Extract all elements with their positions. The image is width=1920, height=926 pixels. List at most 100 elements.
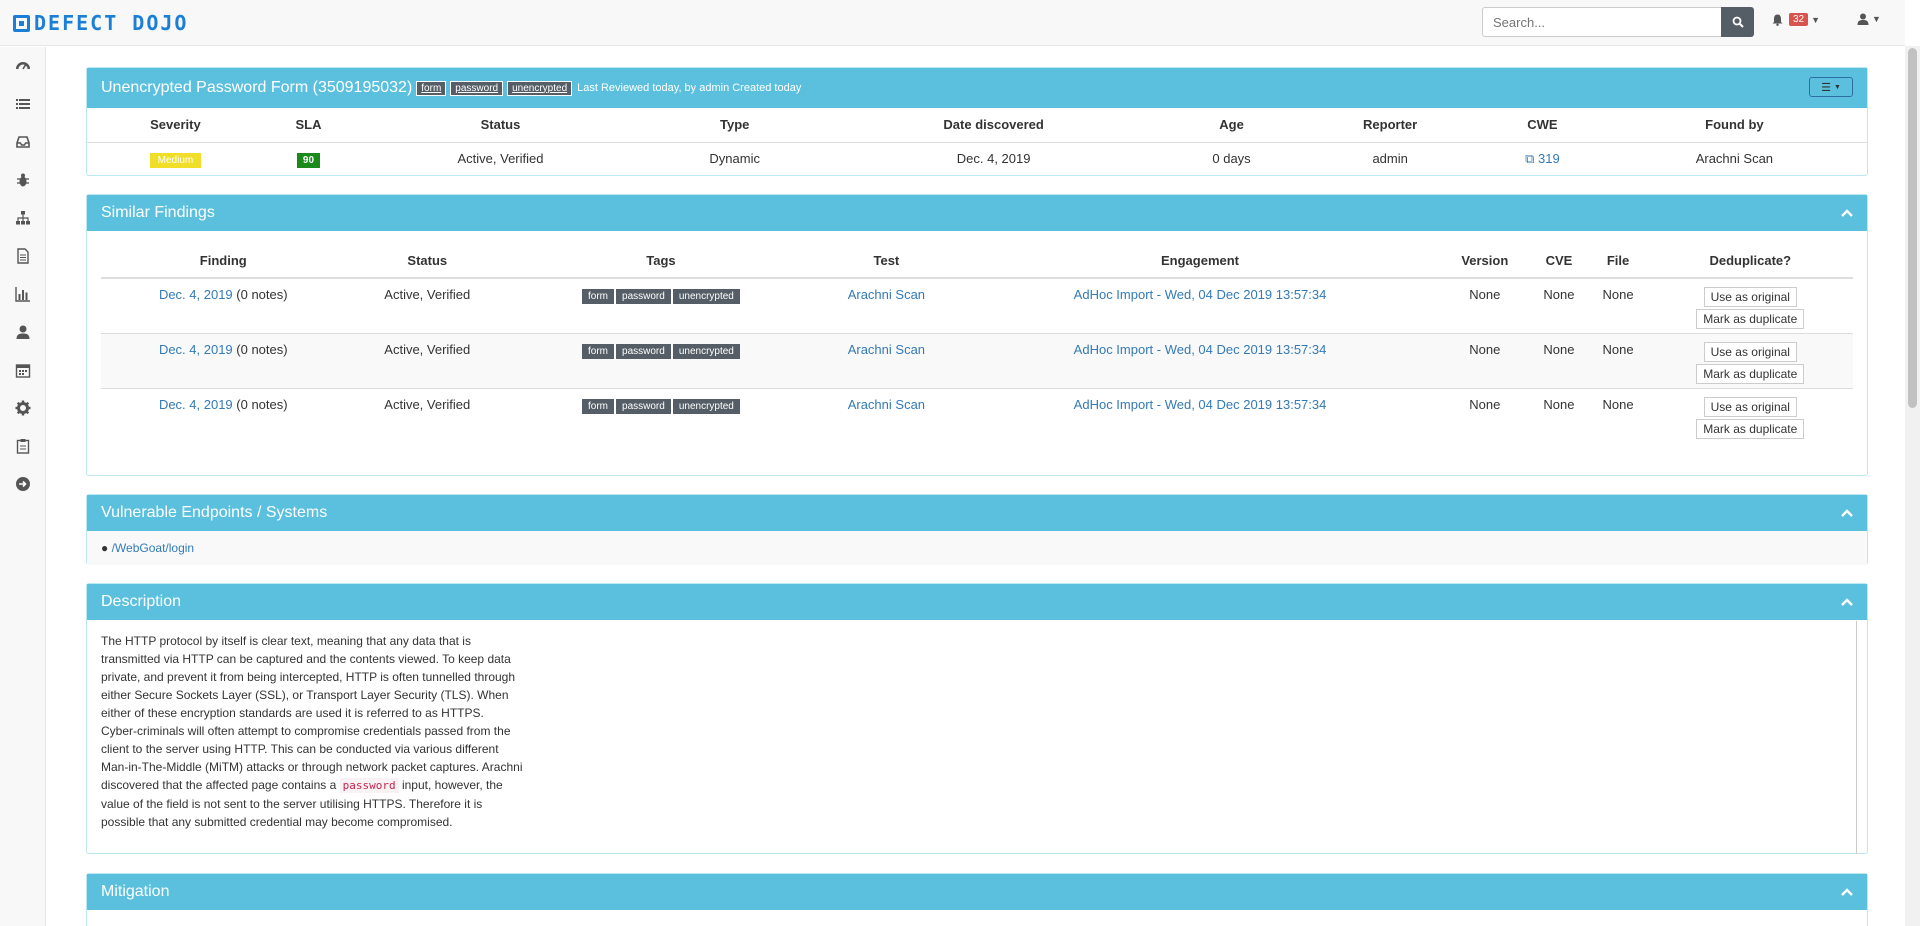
table-row: Dec. 4, 2019 (0 notes) Active, Verified … [101, 387, 1853, 443]
engagement-link[interactable]: AdHoc Import - Wed, 04 Dec 2019 13:57:34 [1074, 397, 1327, 412]
test-link[interactable]: Arachni Scan [848, 397, 925, 412]
hamburger-icon: ☰ [1821, 81, 1831, 94]
tag[interactable]: unencrypted [672, 343, 740, 359]
panel-title: Vulnerable Endpoints / Systems [101, 504, 328, 521]
inline-code: password [339, 778, 399, 793]
finding-review-meta: Last Reviewed today, by admin Created to… [577, 82, 802, 94]
endpoint-link[interactable]: /WebGoat/login [112, 541, 195, 555]
description-text-part: The HTTP protocol by itself is clear tex… [101, 634, 523, 792]
defectdojo-logo[interactable]: DEFECT DOJO [13, 11, 188, 35]
scrollbar-thumb[interactable] [1908, 48, 1917, 408]
search-button[interactable] [1721, 7, 1754, 37]
mitigation-header[interactable]: Mitigation [87, 874, 1867, 910]
mark-as-duplicate-button[interactable]: Mark as duplicate [1696, 418, 1805, 439]
search-input[interactable] [1482, 7, 1722, 37]
column-header: Status [345, 244, 510, 279]
test-link[interactable]: Arachni Scan [848, 287, 925, 302]
sidebar-item-configuration[interactable] [0, 389, 46, 427]
cve-value: None [1529, 332, 1589, 388]
engagement-link[interactable]: AdHoc Import - Wed, 04 Dec 2019 13:57:34 [1074, 342, 1327, 357]
finding-tag[interactable]: password [450, 80, 504, 96]
sla-badge: 90 [296, 153, 321, 169]
mitigation-panel: Mitigation [86, 873, 1868, 926]
use-as-original-button[interactable]: Use as original [1703, 396, 1797, 417]
sidebar-item-metrics[interactable] [0, 275, 46, 313]
tag[interactable]: form [582, 398, 615, 414]
user-menu-dropdown[interactable]: ▼ [1857, 13, 1881, 25]
notifications-dropdown[interactable]: 32 ▼ [1772, 13, 1820, 26]
mark-as-duplicate-button[interactable]: Mark as duplicate [1696, 363, 1805, 384]
finding-tag[interactable]: form [416, 80, 447, 96]
page-scrollbar[interactable] [1905, 46, 1920, 926]
logo-mark-icon [13, 14, 30, 32]
sidebar-item-products[interactable] [0, 85, 46, 123]
clipboard-icon [16, 439, 30, 454]
finding-summary-row: Medium 90 Active, Verified Dynamic Dec. … [87, 142, 1867, 175]
tag[interactable]: password [616, 343, 671, 359]
column-header: Version [1440, 244, 1530, 279]
sidebar-item-calendar[interactable] [0, 351, 46, 389]
finding-header: Unencrypted Password Form (3509195032) f… [87, 68, 1867, 108]
finding-date-link[interactable]: Dec. 4, 2019 [159, 342, 233, 357]
mark-as-duplicate-button[interactable]: Mark as duplicate [1696, 309, 1805, 329]
chevron-up-icon[interactable] [1841, 507, 1853, 519]
tag[interactable]: password [616, 289, 671, 304]
column-header: Finding [101, 244, 346, 279]
tag[interactable]: unencrypted [672, 398, 740, 414]
column-header: Status [353, 108, 648, 143]
notification-count-badge: 32 [1789, 13, 1809, 26]
finding-date-link[interactable]: Dec. 4, 2019 [159, 287, 233, 302]
column-header: Date discovered [821, 108, 1166, 143]
finding-actions-menu-button[interactable]: ☰ ▼ [1809, 77, 1853, 97]
file-value: None [1588, 277, 1648, 333]
cwe-link[interactable]: ⧉ 319 [1525, 151, 1560, 166]
severity-badge: Medium [149, 153, 202, 169]
chevron-up-icon[interactable] [1841, 207, 1853, 219]
sidebar-item-users[interactable] [0, 313, 46, 351]
table-row: Dec. 4, 2019 (0 notes) Active, Verified … [101, 332, 1853, 388]
sidebar [0, 47, 46, 926]
tag[interactable]: form [582, 289, 615, 304]
sidebar-item-dashboard[interactable] [0, 47, 46, 85]
notes-count: (0 notes) [236, 396, 288, 412]
finding-tag[interactable]: unencrypted [507, 80, 573, 96]
finding-date-link[interactable]: Dec. 4, 2019 [159, 397, 233, 412]
description-divider [1856, 621, 1857, 854]
chevron-up-icon[interactable] [1841, 886, 1853, 898]
sidebar-item-findings[interactable] [0, 161, 46, 199]
version-value: None [1440, 387, 1530, 443]
description-text: The HTTP protocol by itself is clear tex… [87, 620, 537, 831]
test-link[interactable]: Arachni Scan [848, 342, 925, 357]
file-value: None [1588, 387, 1648, 443]
chevron-up-icon[interactable] [1841, 596, 1853, 608]
sitemap-icon [16, 211, 30, 225]
bug-icon [17, 173, 29, 187]
tag[interactable]: form [582, 343, 615, 359]
vulnerable-endpoints-header[interactable]: Vulnerable Endpoints / Systems [87, 495, 1867, 531]
sidebar-item-components[interactable] [0, 199, 46, 237]
type-value: Dynamic [709, 151, 760, 167]
tag[interactable]: password [616, 398, 671, 414]
endpoint-list-item: ● /WebGoat/login [87, 531, 1867, 565]
sidebar-item-questionnaires[interactable] [0, 427, 46, 465]
calendar-icon [15, 364, 31, 378]
use-as-original-button[interactable]: Use as original [1703, 341, 1797, 362]
column-header: Found by [1601, 108, 1867, 143]
finding-summary-panel: Unencrypted Password Form (3509195032) f… [86, 67, 1868, 176]
description-panel: Description The HTTP protocol by itself … [86, 583, 1868, 854]
dashboard-icon [16, 62, 30, 70]
file-value: None [1588, 332, 1648, 388]
sidebar-item-engagements[interactable] [0, 123, 46, 161]
similar-findings-header[interactable]: Similar Findings [87, 195, 1867, 231]
use-as-original-button[interactable]: Use as original [1703, 287, 1797, 307]
version-value: None [1440, 277, 1530, 333]
description-header[interactable]: Description [87, 584, 1867, 620]
sidebar-item-logout[interactable] [0, 465, 46, 503]
reporter-value: admin [1372, 151, 1408, 167]
sidebar-item-reports[interactable] [0, 237, 46, 275]
tag[interactable]: unencrypted [672, 289, 740, 304]
panel-title: Description [101, 593, 182, 610]
caret-down-icon: ▼ [1872, 14, 1881, 24]
gear-icon [15, 400, 31, 416]
engagement-link[interactable]: AdHoc Import - Wed, 04 Dec 2019 13:57:34 [1074, 287, 1327, 302]
